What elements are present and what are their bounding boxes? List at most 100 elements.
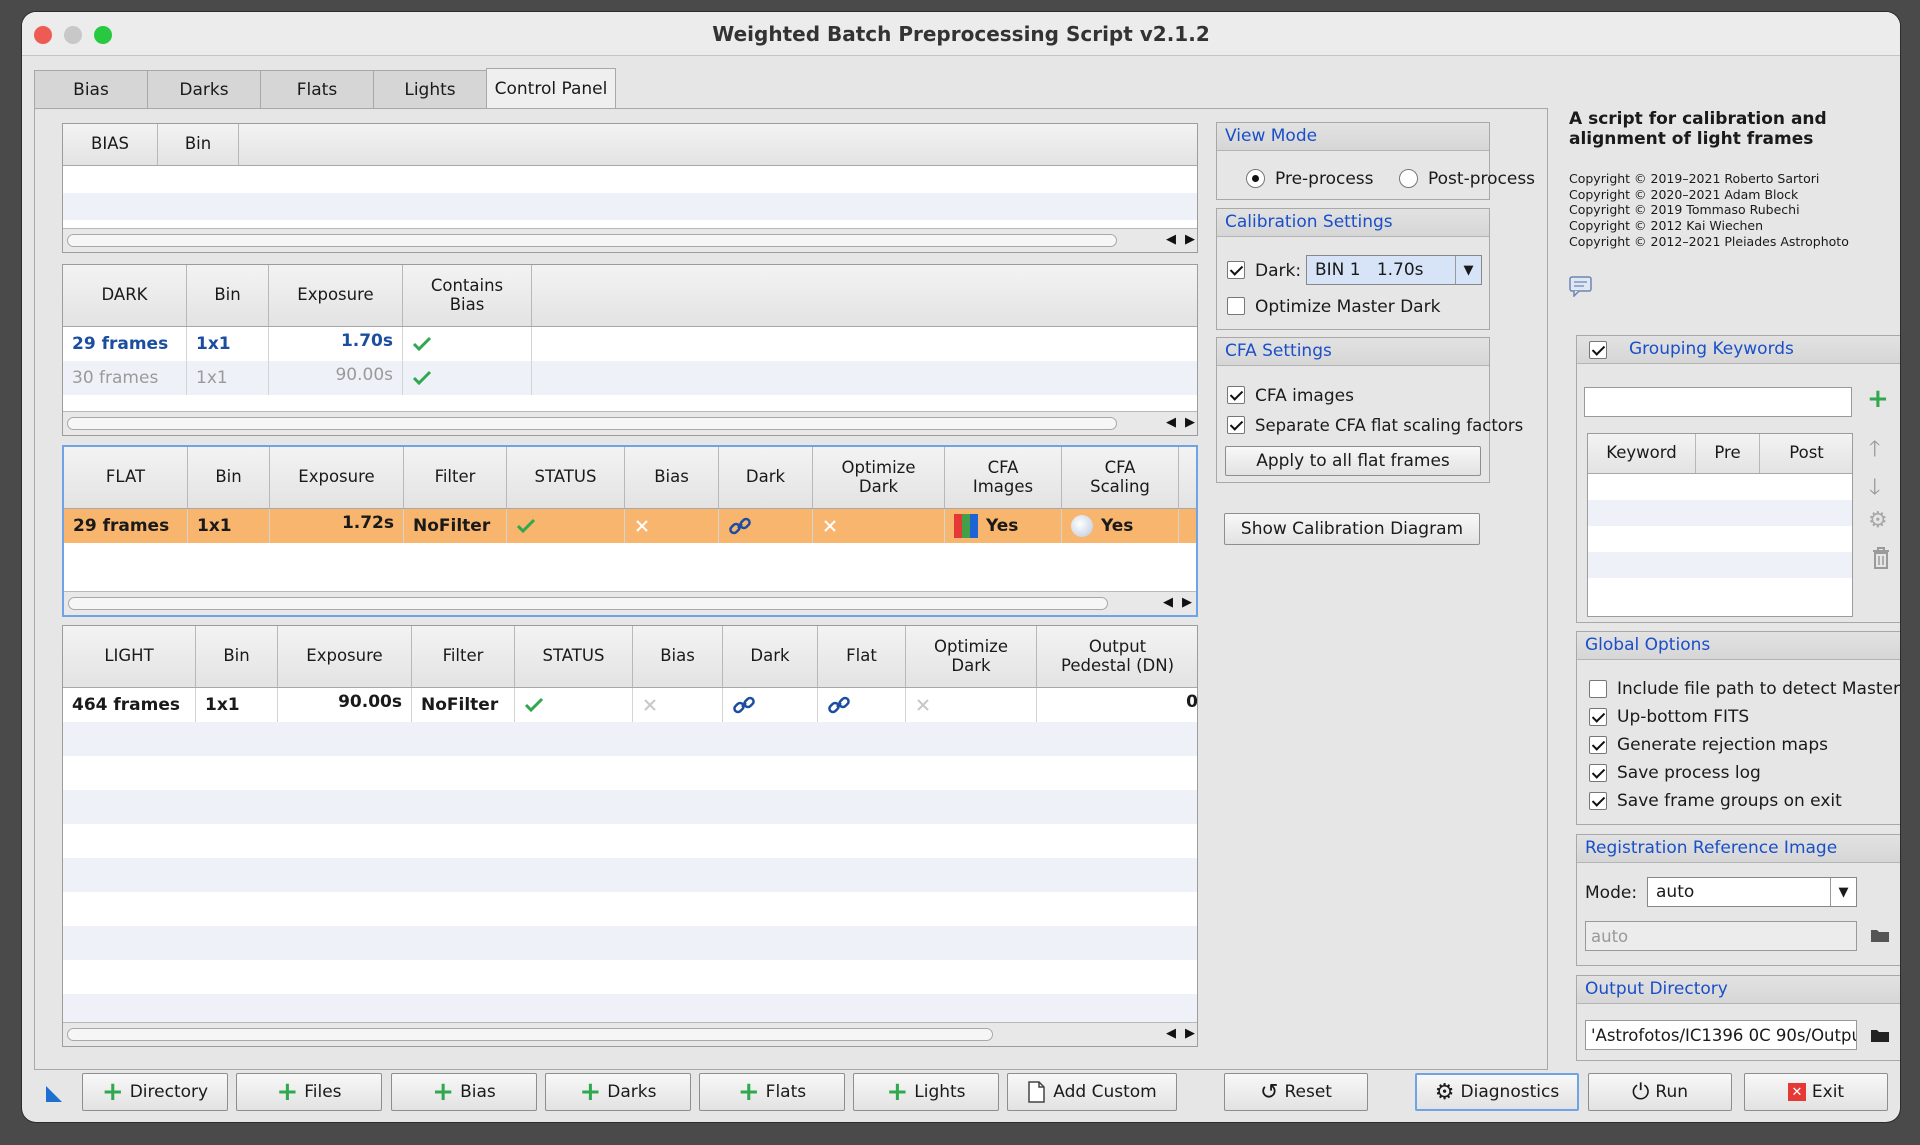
status-header[interactable]: STATUS: [507, 447, 625, 508]
include-file-path-checkbox[interactable]: [1589, 680, 1607, 698]
cfa-images-header[interactable]: CFA Images: [945, 447, 1062, 508]
add-darks-button[interactable]: + Darks: [545, 1073, 691, 1111]
include-file-path-label[interactable]: Include file path to detect Masters: [1617, 679, 1900, 699]
tab-bias[interactable]: Bias: [34, 70, 148, 108]
table-row[interactable]: 464 frames 1x1 90.00s NoFilter 0: [63, 688, 1197, 722]
bin-header[interactable]: Bin: [196, 626, 278, 687]
cfa-images-checkbox[interactable]: [1227, 386, 1245, 404]
gear-icon[interactable]: ⚙: [1868, 508, 1888, 533]
light-flat[interactable]: [818, 688, 906, 722]
zoom-window-button[interactable]: [94, 26, 112, 44]
contains-bias-header[interactable]: Contains Bias: [403, 265, 532, 326]
dark-header[interactable]: Dark: [719, 447, 813, 508]
separate-cfa-label[interactable]: Separate CFA flat scaling factors: [1255, 416, 1523, 435]
light-header[interactable]: LIGHT: [63, 626, 196, 687]
diagnostics-button[interactable]: ⚙ Diagnostics: [1415, 1073, 1579, 1111]
scroll-thumb[interactable]: [67, 1028, 993, 1041]
show-calibration-diagram-button[interactable]: Show Calibration Diagram: [1224, 513, 1480, 545]
dark-header[interactable]: Dark: [723, 626, 818, 687]
tab-lights[interactable]: Lights: [373, 70, 487, 108]
post-process-label[interactable]: Post-process: [1428, 169, 1535, 189]
pre-process-label[interactable]: Pre-process: [1275, 169, 1374, 189]
optimize-master-dark-checkbox[interactable]: [1227, 297, 1245, 315]
optimize-dark-header[interactable]: Optimize Dark: [906, 626, 1037, 687]
save-frame-groups-label[interactable]: Save frame groups on exit: [1617, 791, 1842, 811]
up-bottom-fits-label[interactable]: Up-bottom FITS: [1617, 707, 1749, 727]
optimize-dark-header[interactable]: Optimize Dark: [813, 447, 945, 508]
save-process-log-checkbox[interactable]: [1589, 764, 1607, 782]
close-window-button[interactable]: [34, 26, 52, 44]
resize-corner-icon[interactable]: [44, 1084, 64, 1104]
scroll-thumb[interactable]: [67, 417, 1117, 430]
post-process-radio[interactable]: [1399, 169, 1418, 188]
bias-header[interactable]: BIAS: [63, 124, 158, 165]
generate-rejection-maps-checkbox[interactable]: [1589, 736, 1607, 754]
add-bias-button[interactable]: + Bias: [391, 1073, 537, 1111]
mode-select[interactable]: auto ▼: [1647, 877, 1857, 907]
generate-rejection-maps-label[interactable]: Generate rejection maps: [1617, 735, 1828, 755]
horizontal-scrollbar[interactable]: ◀ ▶: [63, 228, 1197, 252]
folder-icon[interactable]: [1870, 927, 1890, 943]
flat-header[interactable]: FLAT: [64, 447, 188, 508]
scroll-left-icon[interactable]: ◀: [1163, 595, 1173, 610]
run-button[interactable]: ⏻ Run: [1588, 1073, 1732, 1111]
optimize-master-dark-label[interactable]: Optimize Master Dark: [1255, 297, 1440, 317]
output-pedestal-header[interactable]: Output Pedestal (DN): [1037, 626, 1197, 687]
arrow-up-icon[interactable]: 🡑: [1869, 432, 1880, 470]
tab-flats[interactable]: Flats: [260, 70, 374, 108]
exposure-header[interactable]: Exposure: [278, 626, 412, 687]
horizontal-scrollbar[interactable]: ◀ ▶: [63, 411, 1197, 435]
scroll-left-icon[interactable]: ◀: [1166, 232, 1176, 247]
post-header[interactable]: Post: [1760, 434, 1852, 473]
keyword-header[interactable]: Keyword: [1588, 434, 1696, 473]
scroll-thumb[interactable]: [67, 234, 1117, 247]
minimize-window-button[interactable]: [64, 26, 82, 44]
table-row[interactable]: 30 frames 1x1 90.00s: [63, 361, 1197, 395]
grouping-keywords-checkbox[interactable]: [1589, 341, 1607, 359]
add-files-button[interactable]: + Files: [236, 1073, 382, 1111]
exposure-header[interactable]: Exposure: [269, 265, 403, 326]
filter-header[interactable]: Filter: [404, 447, 507, 508]
apply-to-all-flats-button[interactable]: Apply to all flat frames: [1225, 446, 1481, 476]
flat-dark[interactable]: [719, 509, 813, 543]
arrow-down-icon[interactable]: 🡓: [1869, 470, 1880, 508]
cfa-images-label[interactable]: CFA images: [1255, 386, 1354, 406]
reset-button[interactable]: ↺ Reset: [1224, 1073, 1368, 1111]
horizontal-scrollbar[interactable]: ◀ ▶: [64, 591, 1196, 615]
horizontal-scrollbar[interactable]: ◀ ▶: [63, 1022, 1197, 1046]
exposure-header[interactable]: Exposure: [270, 447, 404, 508]
dark-checkbox[interactable]: [1227, 261, 1245, 279]
add-flats-button[interactable]: + Flats: [699, 1073, 845, 1111]
bias-header[interactable]: Bias: [633, 626, 723, 687]
bin-header[interactable]: Bin: [188, 447, 270, 508]
output-directory-field[interactable]: 'Astrofotos/IC1396 0C 90s/Output: [1585, 1020, 1857, 1050]
flat-header[interactable]: Flat: [818, 626, 906, 687]
trash-icon[interactable]: [1871, 546, 1891, 570]
scroll-thumb[interactable]: [68, 597, 1108, 610]
tab-darks[interactable]: Darks: [147, 70, 261, 108]
comment-icon[interactable]: [1569, 275, 1593, 297]
dark-header[interactable]: DARK: [63, 265, 187, 326]
scroll-right-icon[interactable]: ▶: [1185, 415, 1195, 430]
pre-process-radio[interactable]: [1246, 169, 1265, 188]
scroll-right-icon[interactable]: ▶: [1185, 1026, 1195, 1041]
scroll-left-icon[interactable]: ◀: [1166, 415, 1176, 430]
status-header[interactable]: STATUS: [515, 626, 633, 687]
bin-header[interactable]: Bin: [187, 265, 269, 326]
tab-control-panel[interactable]: Control Panel: [486, 68, 616, 108]
table-row[interactable]: 29 frames 1x1 1.72s NoFilter Yes Yes: [64, 509, 1196, 543]
dark-select[interactable]: BIN 1 1.70s ▼: [1306, 255, 1482, 285]
separate-cfa-checkbox[interactable]: [1227, 416, 1245, 434]
bias-header[interactable]: Bias: [625, 447, 719, 508]
filter-header[interactable]: Filter: [412, 626, 515, 687]
exit-button[interactable]: ✕ Exit: [1744, 1073, 1888, 1111]
add-custom-button[interactable]: Add Custom: [1007, 1073, 1177, 1111]
cfa-scaling-header[interactable]: CFA Scaling: [1062, 447, 1179, 508]
add-directory-button[interactable]: + Directory: [82, 1073, 228, 1111]
keyword-input[interactable]: [1584, 387, 1852, 417]
bin-header[interactable]: Bin: [158, 124, 239, 165]
save-frame-groups-checkbox[interactable]: [1589, 792, 1607, 810]
scroll-right-icon[interactable]: ▶: [1185, 232, 1195, 247]
add-keyword-icon[interactable]: +: [1867, 386, 1889, 412]
scroll-left-icon[interactable]: ◀: [1166, 1026, 1176, 1041]
